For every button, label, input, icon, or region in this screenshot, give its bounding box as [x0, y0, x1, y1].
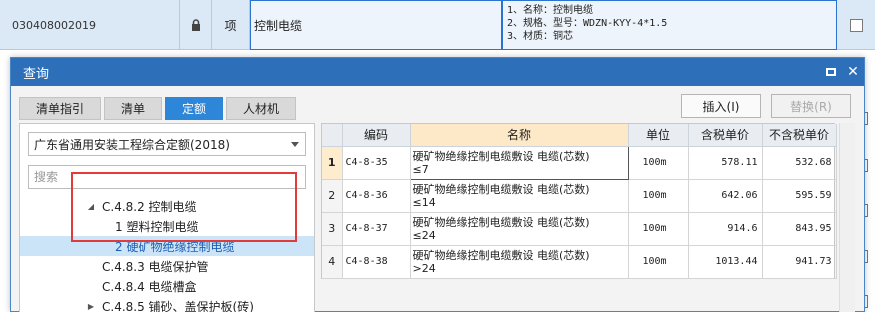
quota-tax-price[interactable]: 914.6: [688, 212, 763, 246]
header-unit[interactable]: 单位: [628, 124, 689, 147]
close-icon: ✕: [847, 64, 859, 80]
quota-code[interactable]: C4-8-38: [342, 245, 411, 279]
quota-unit[interactable]: 100m: [628, 179, 689, 213]
replace-button[interactable]: 替换(R): [771, 94, 851, 118]
row-checkbox[interactable]: [849, 18, 863, 32]
maximize-icon: [826, 68, 836, 76]
row-index: 1: [322, 146, 343, 180]
table-row[interactable]: 4 C4-8-38 硬矿物绝缘控制电缆敷设 电缆(芯数) >24 100m 10…: [322, 245, 837, 279]
tab-labor-material-machine[interactable]: 人材机: [226, 97, 297, 120]
quota-library-value: 广东省通用安装工程综合定额(2018): [34, 137, 230, 152]
quota-name[interactable]: 硬矿物绝缘控制电缆敷设 电缆(芯数) >24: [410, 245, 629, 279]
tree-node-cable-tray[interactable]: C.4.8.4 电缆槽盒: [20, 276, 314, 296]
description-line: 1、名称：控制电缆: [507, 5, 594, 16]
quota-library-select[interactable]: 广东省通用安装工程综合定额(2018): [28, 132, 306, 156]
tree-node-label: 1 塑料控制电缆: [115, 219, 199, 234]
dialog-titlebar[interactable]: 查询 ✕: [11, 58, 864, 86]
quota-table: 编码 名称 单位 含税单价 不含税单价 1 C4-8-35 硬矿物绝缘控制电缆敷…: [322, 124, 837, 279]
quota-tax-price[interactable]: 642.06: [688, 179, 763, 213]
quota-tax-price[interactable]: 1013.44: [688, 245, 763, 279]
quota-tree: ◢ C.4.8.2 控制电缆 1 塑料控制电缆 2 硬矿物绝缘控制电缆 C.4.…: [20, 196, 314, 312]
row-checkbox-cell: [837, 0, 875, 50]
tree-node-label: C.4.8.3 电缆保护管: [102, 259, 209, 274]
quota-notax-price[interactable]: 532.68: [762, 146, 837, 180]
quota-name[interactable]: 硬矿物绝缘控制电缆敷设 电缆(芯数) ≤7: [409, 145, 629, 180]
header-code[interactable]: 编码: [342, 124, 411, 147]
bill-description-cell[interactable]: 1、名称：控制电缆 2、规格、型号：WDZN-KYY-4*1.5 3、材质：铜芯: [502, 0, 837, 50]
header-tax-price[interactable]: 含税单价: [688, 124, 763, 147]
tree-node-mineral-insulated-control-cable[interactable]: 2 硬矿物绝缘控制电缆: [20, 236, 314, 256]
tree-node-label: C.4.8.2 控制电缆: [102, 199, 197, 214]
header-name[interactable]: 名称: [410, 124, 629, 147]
bill-code-cell[interactable]: 030408002019: [0, 0, 180, 50]
tab-bill-guide[interactable]: 清单指引: [19, 97, 102, 120]
quota-notax-price[interactable]: 843.95: [762, 212, 837, 246]
row-index: 4: [322, 245, 343, 279]
description-line: 2、规格、型号：WDZN-KYY-4*1.5: [507, 18, 668, 29]
quota-unit[interactable]: 100m: [628, 146, 689, 180]
quota-grid: 编码 名称 单位 含税单价 不含税单价 1 C4-8-35 硬矿物绝缘控制电缆敷…: [321, 123, 837, 279]
tree-node-label: C.4.8.5 铺砂、盖保护板(砖): [102, 299, 254, 312]
tree-node-plastic-control-cable[interactable]: 1 塑料控制电缆: [20, 216, 314, 236]
close-button[interactable]: ✕: [842, 62, 864, 82]
tree-node-sand-protection-board[interactable]: ▶ C.4.8.5 铺砂、盖保护板(砖): [20, 296, 314, 312]
tab-bill[interactable]: 清单: [104, 97, 163, 120]
query-dialog: 查询 ✕ 清单指引 清单 定额 人材机 插入(I) 替换(R) 广东省通用安装工…: [10, 57, 865, 312]
quota-name[interactable]: 硬矿物绝缘控制电缆敷设 电缆(芯数) ≤14: [410, 179, 629, 213]
dialog-tabs: 清单指引 清单 定额 人材机: [19, 97, 297, 120]
quota-notax-price[interactable]: 941.73: [762, 245, 837, 279]
vertical-scrollbar[interactable]: [839, 123, 855, 312]
search-input[interactable]: [28, 165, 306, 189]
bill-name-cell[interactable]: 控制电缆: [250, 0, 502, 50]
table-row[interactable]: 3 C4-8-37 硬矿物绝缘控制电缆敷设 电缆(芯数) ≤24 100m 91…: [322, 212, 837, 246]
row-index: 3: [322, 212, 343, 246]
quota-name[interactable]: 硬矿物绝缘控制电缆敷设 电缆(芯数) ≤24: [410, 212, 629, 246]
insert-button[interactable]: 插入(I): [681, 94, 761, 118]
dialog-title: 查询: [23, 66, 50, 82]
header-index: [322, 124, 343, 147]
quota-notax-price[interactable]: 595.59: [762, 179, 837, 213]
description-line: 3、材质：铜芯: [507, 31, 574, 42]
header-notax-price[interactable]: 不含税单价: [762, 124, 837, 147]
lock-icon: [180, 0, 212, 50]
tab-quota[interactable]: 定额: [165, 97, 224, 120]
table-row[interactable]: 2 C4-8-36 硬矿物绝缘控制电缆敷设 电缆(芯数) ≤14 100m 64…: [322, 179, 837, 213]
chevron-down-icon: [291, 142, 299, 147]
quota-code[interactable]: C4-8-36: [342, 179, 411, 213]
tree-node-label: 2 硬矿物绝缘控制电缆: [115, 239, 235, 254]
expand-arrow-icon[interactable]: ▶: [86, 302, 96, 311]
table-header-row: 编码 名称 单位 含税单价 不含税单价: [322, 124, 837, 147]
row-index: 2: [322, 179, 343, 213]
tree-node-cable-conduit[interactable]: C.4.8.3 电缆保护管: [20, 256, 314, 276]
quota-tax-price[interactable]: 578.11: [688, 146, 763, 180]
bill-type-cell[interactable]: 项: [212, 0, 250, 50]
quota-code[interactable]: C4-8-37: [342, 212, 411, 246]
collapse-arrow-icon[interactable]: ◢: [86, 202, 96, 211]
quota-unit[interactable]: 100m: [628, 245, 689, 279]
quota-unit[interactable]: 100m: [628, 212, 689, 246]
background-bill-row[interactable]: 030408002019 项 控制电缆 1、名称：控制电缆 2、规格、型号：WD…: [0, 0, 875, 50]
quota-code[interactable]: C4-8-35: [342, 146, 411, 180]
tree-node-label: C.4.8.4 电缆槽盒: [102, 279, 197, 294]
quota-tree-panel: 广东省通用安装工程综合定额(2018) ◢ C.4.8.2 控制电缆 1 塑料控…: [19, 123, 315, 312]
table-row[interactable]: 1 C4-8-35 硬矿物绝缘控制电缆敷设 电缆(芯数) ≤7 100m 578…: [322, 145, 837, 180]
maximize-button[interactable]: [820, 62, 842, 82]
tree-node-control-cable[interactable]: ◢ C.4.8.2 控制电缆: [20, 196, 314, 216]
